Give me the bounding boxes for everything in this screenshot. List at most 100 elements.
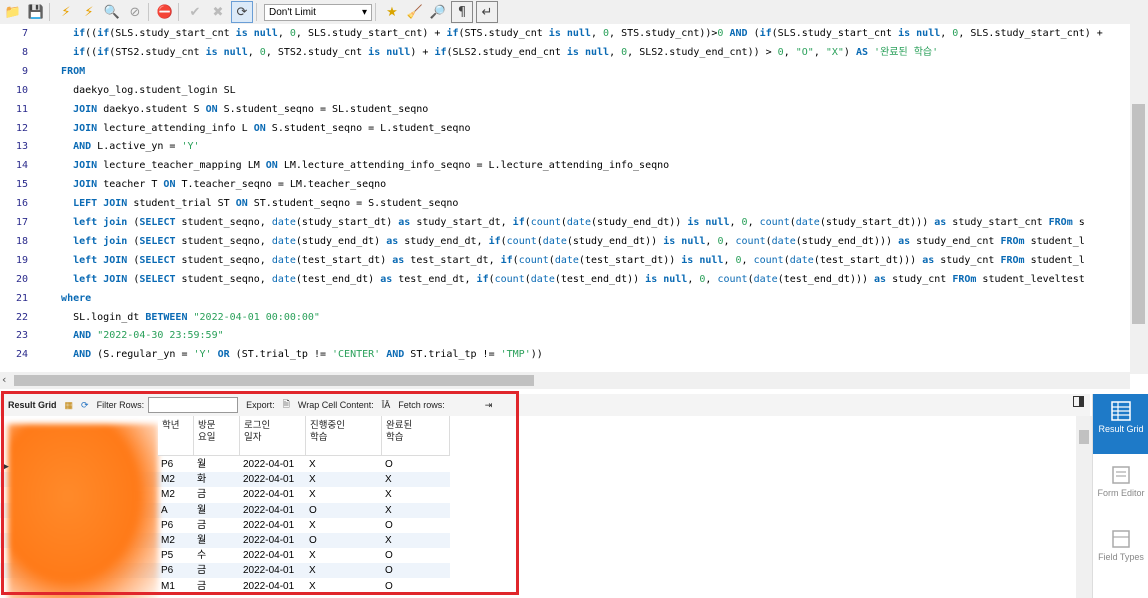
code-text: AND L.active_yn = 'Y' <box>73 141 200 153</box>
code-line[interactable]: 14 JOIN lecture_teacher_mapping LM ON LM… <box>0 156 1130 175</box>
lightning-icon[interactable]: ⚡ <box>56 2 76 22</box>
table-cell: X <box>309 474 316 486</box>
code-line[interactable]: 18 left join (SELECT student_seqno, date… <box>0 232 1130 251</box>
code-text: LEFT JOIN student_trial ST ON ST.student… <box>73 198 459 210</box>
panel-toggle-icon[interactable] <box>1073 396 1084 407</box>
rollback-icon[interactable]: ✖ <box>208 2 228 22</box>
table-cell: 금 <box>197 519 207 531</box>
table-cell: P6 <box>161 565 174 577</box>
star-icon[interactable]: ★ <box>382 2 402 22</box>
table-cell: 금 <box>197 565 207 577</box>
commit-icon[interactable]: ✔ <box>185 2 205 22</box>
table-cell: 화 <box>197 474 207 486</box>
editor-vertical-scrollbar[interactable] <box>1130 24 1148 374</box>
limit-select[interactable]: Don't Limit ▾ <box>264 3 372 21</box>
column-header[interactable]: 완료된 학습 <box>382 416 450 456</box>
main-toolbar: 📁 💾 ⚡ ⚡ 🔍 ⊘ ⛔ ✔ ✖ ⟳ Don't Limit ▾ ★ 🧹 🔎 … <box>0 0 1148 25</box>
table-cell: O <box>385 550 393 562</box>
line-number: 18 <box>15 235 28 247</box>
export-icon[interactable]: 🗎 <box>283 397 290 413</box>
code-text: left JOIN (SELECT student_seqno, date(te… <box>73 254 1085 266</box>
table-cell: 2022-04-01 <box>243 519 295 531</box>
line-number: 21 <box>15 292 28 304</box>
wrap-cell-icon[interactable]: ĪĀ <box>382 400 391 410</box>
code-line[interactable]: 12 JOIN lecture_attending_info L ON S.st… <box>0 119 1130 138</box>
table-cell: X <box>309 580 316 592</box>
line-number: 10 <box>15 84 28 96</box>
wrap-icon[interactable]: ↵ <box>476 1 498 23</box>
code-line[interactable]: 20 left JOIN (SELECT student_seqno, date… <box>0 270 1130 289</box>
scroll-thumb[interactable] <box>1132 104 1145 324</box>
toolbar-separator <box>178 3 179 21</box>
line-number: 9 <box>21 65 28 77</box>
code-line[interactable]: 16 LEFT JOIN student_trial ST ON ST.stud… <box>0 194 1130 213</box>
grid-vertical-scrollbar[interactable] <box>1076 416 1092 598</box>
column-header[interactable]: 학년 <box>158 416 194 456</box>
table-cell: 금 <box>197 580 207 592</box>
table-cell: 2022-04-01 <box>243 535 295 546</box>
code-text: SL.login_dt BETWEEN "2022-04-01 00:00:00… <box>49 311 320 323</box>
column-header[interactable]: 로그인 일자 <box>240 416 306 456</box>
stop-icon[interactable]: ⊘ <box>125 2 145 22</box>
side-tab-result-grid[interactable]: Result Grid <box>1093 394 1148 454</box>
redacted-region <box>8 424 158 598</box>
save-icon[interactable]: 💾 <box>26 2 46 22</box>
code-line[interactable]: 15 JOIN teacher T ON T.teacher_seqno = L… <box>0 175 1130 194</box>
autocommit-icon[interactable]: ⟳ <box>231 1 253 23</box>
code-line[interactable]: 19 left JOIN (SELECT student_seqno, date… <box>0 251 1130 270</box>
code-text: AND "2022-04-30 23:59:59" <box>73 330 224 342</box>
fetch-icon[interactable]: ⇥ <box>485 400 493 411</box>
pilcrow-icon[interactable]: ¶ <box>451 1 473 23</box>
code-line[interactable]: 8 if((if(STS2.study_cnt is null, 0, STS2… <box>0 43 1130 62</box>
toolbar-separator <box>256 3 257 21</box>
toggle-error-icon[interactable]: ⛔ <box>155 2 175 22</box>
table-cell: A <box>161 504 168 516</box>
table-cell: 월 <box>197 535 207 546</box>
code-line[interactable]: 9 FROM <box>0 62 1130 81</box>
code-line[interactable]: 21 where <box>0 289 1130 308</box>
current-row-marker-icon: ▶ <box>2 462 9 472</box>
line-number: 20 <box>15 273 28 285</box>
column-header[interactable]: 방문 요일 <box>194 416 240 456</box>
folder-icon[interactable]: 📁 <box>3 2 23 22</box>
code-line[interactable]: 11 JOIN daekyo.student S ON S.student_se… <box>0 100 1130 119</box>
code-line[interactable]: 10 daekyo_log.student_login SL <box>0 81 1130 100</box>
table-cell: 2022-04-01 <box>243 550 295 562</box>
filter-rows-input[interactable] <box>148 397 239 413</box>
column-header[interactable]: 진행중인 학습 <box>306 416 382 456</box>
table-cell: 금 <box>197 489 207 501</box>
code-line[interactable]: 22 SL.login_dt BETWEEN "2022-04-01 00:00… <box>0 308 1130 327</box>
form-editor-icon <box>1112 466 1130 484</box>
code-line[interactable]: 13 AND L.active_yn = 'Y' <box>0 137 1130 156</box>
code-line[interactable]: 17 left join (SELECT student_seqno, date… <box>0 213 1130 232</box>
table-cell: P6 <box>161 519 174 531</box>
broom-icon[interactable]: 🧹 <box>405 2 425 22</box>
code-text: daekyo_log.student_login SL <box>49 84 236 96</box>
line-number: 14 <box>15 160 28 172</box>
scroll-thumb[interactable] <box>1079 430 1089 444</box>
table-cell: O <box>385 519 393 531</box>
table-cell: O <box>309 504 317 516</box>
toolbar-separator <box>375 3 376 21</box>
editor-horizontal-scrollbar[interactable]: ‹ <box>0 372 1130 389</box>
code-line[interactable]: 7 if((if(SLS.study_start_cnt is null, 0,… <box>0 24 1130 43</box>
scroll-thumb[interactable] <box>14 375 534 386</box>
lightning-cursor-icon[interactable]: ⚡ <box>79 2 99 22</box>
refresh-icon[interactable]: ⟳ <box>81 400 89 411</box>
table-cell: X <box>385 504 392 516</box>
code-line[interactable]: 24 AND (S.regular_yn = 'Y' OR (ST.trial_… <box>0 345 1130 364</box>
table-cell: 2022-04-01 <box>243 504 295 516</box>
magnifier-icon[interactable]: 🔍 <box>102 2 122 22</box>
scroll-left-icon[interactable]: ‹ <box>2 373 6 386</box>
code-line[interactable]: 23 AND "2022-04-30 23:59:59" <box>0 326 1130 345</box>
side-tab-form-editor[interactable]: Form Editor <box>1093 458 1148 518</box>
side-tab-field-types[interactable]: Field Types <box>1093 522 1148 582</box>
sql-editor[interactable]: 7 if((if(SLS.study_start_cnt is null, 0,… <box>0 24 1130 372</box>
search-icon[interactable]: 🔎 <box>428 2 448 22</box>
toolbar-separator <box>49 3 50 21</box>
grid-icon[interactable]: ▦ <box>65 400 74 411</box>
line-number: 23 <box>15 330 28 342</box>
table-cell: O <box>385 459 393 470</box>
result-grid[interactable]: M1 금 2022-04-01 X O P6 금 2022-04-01 X O P5 수 2022-04… <box>0 416 1076 598</box>
table-cell: 2022-04-01 <box>243 459 295 470</box>
